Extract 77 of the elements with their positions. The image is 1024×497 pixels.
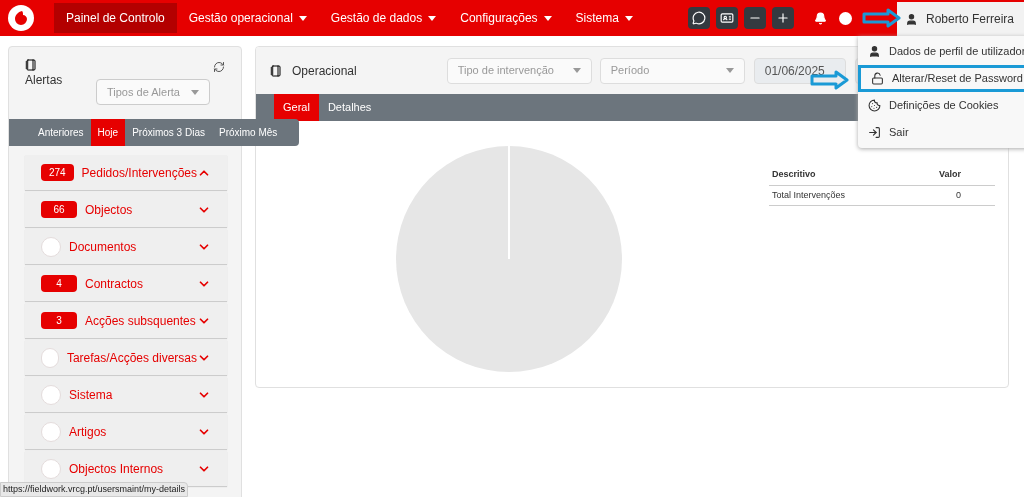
alert-category-item[interactable]: Objectos Internos [25,451,227,486]
count-badge: 4 [41,275,77,292]
caret-icon [298,15,307,21]
empty-badge [41,347,59,368]
nav-menu-item[interactable]: Gestão de dados [318,3,449,33]
alert-category-item[interactable]: Tarefas/Acções diversas [25,340,227,375]
category-label: Pedidos/Intervenções [81,164,197,182]
alert-category-item[interactable]: 4 Contractos [25,266,227,301]
nav-menu-item[interactable]: Sistema [563,3,645,33]
toolbar-button[interactable] [744,7,766,29]
notebook-icon [270,64,282,77]
caret-icon [428,15,437,21]
logout-icon [868,126,881,139]
plus-icon [776,11,790,25]
count-badge: 274 [41,164,74,181]
column-header: Valor [898,165,995,185]
intervention-type-select[interactable]: Tipo de intervenção [446,57,592,84]
toolbar-button[interactable] [716,7,738,29]
alert-category-item[interactable]: Sistema [25,377,227,412]
user-menu-item[interactable]: Sair [858,119,1024,146]
caret-icon [191,89,199,95]
category-label: Sistema [69,386,113,404]
user-menu-button[interactable]: Roberto Ferreira [897,2,1024,36]
period-tab[interactable]: Próximo Mês [211,119,285,146]
count-badge: 66 [41,201,77,218]
view-tab[interactable]: Detalhes [318,94,381,121]
logo-icon [8,5,34,31]
user-menu-item[interactable]: Definições de Cookies [858,92,1024,119]
caret-icon [624,15,633,21]
category-label: Artigos [69,423,107,441]
table-cell: 0 [898,185,995,206]
alert-category-item[interactable]: Documentos [25,229,227,264]
period-tab[interactable]: Anteriores [31,119,91,146]
cookie-icon [868,99,881,112]
bell-icon[interactable] [814,11,827,25]
count-badge: 3 [41,312,77,329]
nav-menu-item[interactable]: Painel de Controlo [54,3,177,33]
date-field[interactable]: 01/06/2025 [753,57,846,84]
alert-category-item[interactable]: 274 Pedidos/Intervenções [25,155,227,190]
alert-category-item[interactable]: Artigos [25,414,227,449]
toolbar-button[interactable] [772,7,794,29]
empty-badge [41,421,61,442]
alert-type-select[interactable]: Tipos de Alerta [96,79,210,105]
empty-badge [41,384,61,405]
id-card-icon [720,11,734,25]
period-tab[interactable]: Hoje [90,119,126,146]
user-icon [868,45,881,58]
category-label: Objectos [85,201,133,219]
alert-category-item[interactable]: 66 Objectos [25,192,227,227]
category-label: Acções subsquentes [85,312,196,330]
view-tab[interactable]: Geral [274,94,319,121]
chat-icon [692,11,706,25]
lock-icon [871,72,884,85]
panel-title: Operacional [292,62,357,80]
refresh-icon[interactable] [213,61,225,73]
alert-category-item[interactable]: 3 Acções subsquentes [25,303,227,338]
empty-badge [41,458,61,479]
toolbar-button[interactable] [688,7,710,29]
column-header: Descritivo [769,165,899,185]
nav-menu-item[interactable]: Gestão operacional [176,3,319,33]
empty-badge [41,236,61,257]
category-label: Documentos [69,238,137,256]
user-icon [905,12,918,26]
table-cell: Total Intervenções [769,185,899,206]
callout-arrow-icon [862,8,902,28]
caret-icon [725,68,734,73]
category-label: Contractos [85,275,144,293]
caret-icon [572,68,581,73]
caret-icon [543,15,552,21]
notebook-icon [25,59,37,71]
period-tab[interactable]: Próximos 3 Dias [125,119,212,146]
nav-menu-item[interactable]: Configurações [448,3,564,33]
panel-title: Alertas [25,72,63,89]
period-select[interactable]: Período [599,57,745,84]
category-label: Tarefas/Acções diversas [66,349,197,367]
category-label: Objectos Internos [69,460,164,478]
user-menu-item[interactable]: Alterar/Reset de Password [858,65,1024,92]
